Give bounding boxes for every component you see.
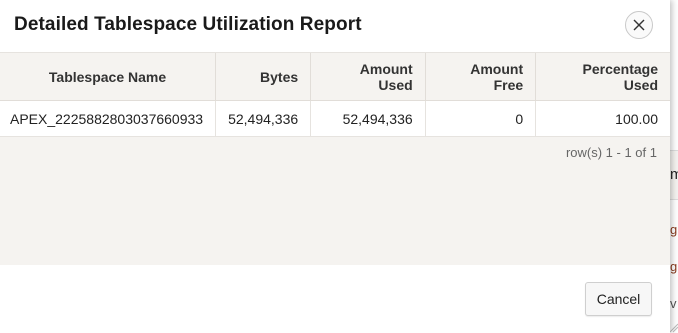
cell-amount-free: 0 (425, 100, 537, 137)
column-header-tablespace-name[interactable]: Tablespace Name (0, 53, 217, 101)
cell-bytes: 52,494,336 (215, 100, 312, 137)
table-header-row: Tablespace Name Bytes Amount Used Amount… (0, 53, 670, 101)
cell-percentage-used: 100.00 (535, 100, 670, 137)
close-button[interactable] (625, 11, 653, 39)
background-text-fragment: m (670, 166, 678, 183)
cell-amount-used: 52,494,336 (310, 100, 426, 137)
background-page: m g g v (670, 0, 678, 333)
tablespace-report-dialog: Detailed Tablespace Utilization Report T… (0, 0, 670, 333)
dialog-header: Detailed Tablespace Utilization Report (0, 0, 670, 52)
column-header-bytes[interactable]: Bytes (215, 53, 312, 101)
dialog-footer: Cancel (0, 265, 670, 333)
column-header-percentage-used[interactable]: Percentage Used (535, 53, 670, 101)
dialog-title: Detailed Tablespace Utilization Report (14, 14, 362, 35)
column-header-amount-used[interactable]: Amount Used (310, 53, 426, 101)
background-link-fragment: g (670, 259, 678, 274)
pagination-text: row(s) 1 - 1 of 1 (565, 145, 657, 160)
background-link-fragment: g (670, 222, 678, 237)
dialog-body: Tablespace Name Bytes Amount Used Amount… (0, 52, 670, 266)
background-text-fragment: v (670, 296, 677, 311)
column-header-amount-free[interactable]: Amount Free (425, 53, 537, 101)
table-row: APEX_2225882803037660933 52,494,336 52,4… (0, 100, 670, 137)
cancel-button[interactable]: Cancel (585, 282, 652, 316)
resize-handle-icon[interactable] (670, 320, 678, 333)
report-table: Tablespace Name Bytes Amount Used Amount… (0, 53, 670, 137)
cell-tablespace-name: APEX_2225882803037660933 (0, 100, 217, 137)
close-icon (633, 19, 645, 31)
